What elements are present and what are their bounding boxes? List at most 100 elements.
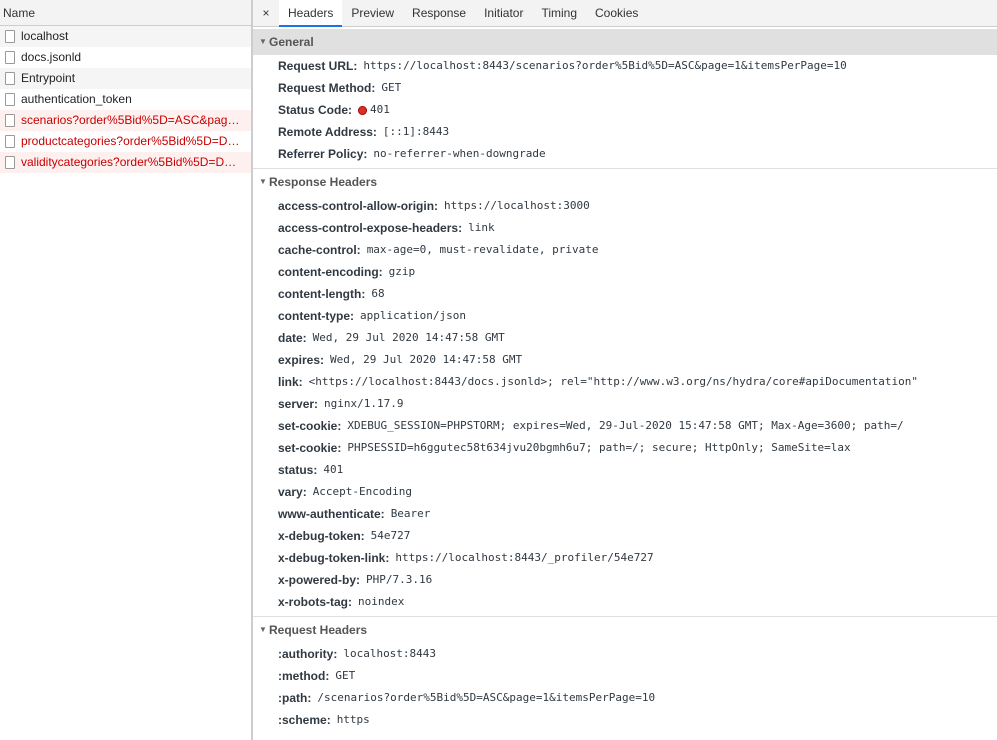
header-value: localhost:8443 xyxy=(343,647,437,660)
header-value: no-referrer-when-downgrade xyxy=(373,147,546,160)
header-value: <https://localhost:8443/docs.jsonld>; re… xyxy=(308,375,918,388)
tab-cookies[interactable]: Cookies xyxy=(586,0,647,26)
header-key: set-cookie: xyxy=(278,419,342,433)
header-key: :authority: xyxy=(278,647,338,661)
header-key: Remote Address: xyxy=(278,125,377,139)
header-value: https://localhost:8443/_profiler/54e727 xyxy=(395,551,654,564)
header-key: access-control-allow-origin: xyxy=(278,199,439,213)
status-error-dot-icon xyxy=(358,105,368,115)
response-header-row: vary: Accept-Encoding xyxy=(253,481,997,503)
header-key: x-robots-tag: xyxy=(278,595,352,609)
header-value: /scenarios?order%5Bid%5D=ASC&page=1&item… xyxy=(317,691,656,704)
header-key: server: xyxy=(278,397,319,411)
header-key: vary: xyxy=(278,485,307,499)
close-icon[interactable]: × xyxy=(253,0,279,26)
request-row[interactable]: authentication_token xyxy=(0,89,251,110)
response-header-row: link: <https://localhost:8443/docs.jsonld… xyxy=(253,371,997,393)
header-value: application/json xyxy=(360,309,466,322)
header-value: 401 xyxy=(370,103,390,116)
header-value: GET xyxy=(381,81,402,94)
header-value: 401 xyxy=(323,463,344,476)
triangle-down-icon: ▼ xyxy=(259,625,267,634)
tab-timing[interactable]: Timing xyxy=(532,0,586,26)
response-header-row: cache-control: max-age=0, must-revalidate… xyxy=(253,239,997,261)
request-list: localhost docs.jsonld Entrypoint authent… xyxy=(0,26,251,173)
general-row-request-url: Request URL: https://localhost:8443/scena… xyxy=(253,55,997,77)
response-header-row: x-debug-token: 54e727 xyxy=(253,525,997,547)
request-header-row: :method: GET xyxy=(253,665,997,687)
header-key: x-powered-by: xyxy=(278,573,361,587)
request-row[interactable]: docs.jsonld xyxy=(0,47,251,68)
header-value: PHPSESSID=h6ggutec58t634jvu20bgmh6u7; pa… xyxy=(347,441,851,454)
header-value: noindex xyxy=(358,595,405,608)
response-header-row: set-cookie: XDEBUG_SESSION=PHPSTORM; expi… xyxy=(253,415,997,437)
response-header-row: content-type: application/json xyxy=(253,305,997,327)
header-value: gzip xyxy=(388,265,416,278)
tab-initiator[interactable]: Initiator xyxy=(475,0,532,26)
response-header-row: content-encoding: gzip xyxy=(253,261,997,283)
response-headers-section: ▼ Response Headers access-control-allow-… xyxy=(253,169,997,617)
file-icon xyxy=(5,114,15,127)
header-key: Status Code: xyxy=(278,103,353,117)
request-headers-section-header[interactable]: ▼ Request Headers xyxy=(253,617,997,643)
request-details-panel: × Headers Preview Response Initiator Tim… xyxy=(253,0,997,740)
tab-response[interactable]: Response xyxy=(403,0,475,26)
header-key: Request Method: xyxy=(278,81,376,95)
general-row-remote-address: Remote Address: [::1]:8443 xyxy=(253,121,997,143)
request-row[interactable]: Entrypoint xyxy=(0,68,251,89)
request-header-row: :scheme: https xyxy=(253,709,997,731)
response-header-row: access-control-allow-origin: https://loca… xyxy=(253,195,997,217)
request-name: docs.jsonld xyxy=(21,50,82,64)
tab-preview[interactable]: Preview xyxy=(342,0,403,26)
response-header-row: date: Wed, 29 Jul 2020 14:47:58 GMT xyxy=(253,327,997,349)
header-key: x-debug-token-link: xyxy=(278,551,390,565)
request-row-selected[interactable]: scenarios?order%5Bid%5D=ASC&page… xyxy=(0,110,251,131)
response-headers-section-header[interactable]: ▼ Response Headers xyxy=(253,169,997,195)
header-value: Wed, 29 Jul 2020 14:47:58 GMT xyxy=(330,353,523,366)
header-key: :path: xyxy=(278,691,312,705)
header-value: Bearer xyxy=(390,507,431,520)
request-header-row: :path: /scenarios?order%5Bid%5D=ASC&page=… xyxy=(253,687,997,709)
general-row-request-method: Request Method: GET xyxy=(253,77,997,99)
response-header-row: www-authenticate: Bearer xyxy=(253,503,997,525)
response-header-row: x-robots-tag: noindex xyxy=(253,591,997,613)
header-value: max-age=0, must-revalidate, private xyxy=(366,243,599,256)
header-value: 54e727 xyxy=(370,529,411,542)
request-row[interactable]: localhost xyxy=(0,26,251,47)
header-key: x-debug-token: xyxy=(278,529,365,543)
header-value: Wed, 29 Jul 2020 14:47:58 GMT xyxy=(312,331,505,344)
header-key: :method: xyxy=(278,669,330,683)
response-header-row: x-debug-token-link: https://localhost:844… xyxy=(253,547,997,569)
response-header-row: content-length: 68 xyxy=(253,283,997,305)
request-headers-section: ▼ Request Headers :authority: localhost:8… xyxy=(253,617,997,731)
header-key: set-cookie: xyxy=(278,441,342,455)
header-key: expires: xyxy=(278,353,325,367)
header-key: cache-control: xyxy=(278,243,361,257)
header-value: https://localhost:8443/scenarios?order%5… xyxy=(363,59,847,72)
request-row[interactable]: productcategories?order%5Bid%5D=D… xyxy=(0,131,251,152)
header-value: nginx/1.17.9 xyxy=(324,397,404,410)
file-icon xyxy=(5,30,15,43)
header-key: Referrer Policy: xyxy=(278,147,368,161)
general-section-header[interactable]: ▼ General xyxy=(253,29,997,55)
header-key: status: xyxy=(278,463,318,477)
request-name: scenarios?order%5Bid%5D=ASC&page… xyxy=(21,113,245,127)
request-row[interactable]: validitycategories?order%5Bid%5D=D… xyxy=(0,152,251,173)
request-name: Entrypoint xyxy=(21,71,76,85)
request-header-row: :authority: localhost:8443 xyxy=(253,643,997,665)
response-header-row: server: nginx/1.17.9 xyxy=(253,393,997,415)
file-icon xyxy=(5,156,15,169)
section-title: General xyxy=(269,35,314,49)
name-column-header[interactable]: Name xyxy=(0,0,251,26)
tab-headers[interactable]: Headers xyxy=(279,0,343,27)
header-key: date: xyxy=(278,331,307,345)
response-header-row: set-cookie: PHPSESSID=h6ggutec58t634jvu20… xyxy=(253,437,997,459)
request-name: validitycategories?order%5Bid%5D=D… xyxy=(21,155,237,169)
section-title: Response Headers xyxy=(269,175,378,189)
general-row-status-code: Status Code: 401 xyxy=(253,99,997,121)
request-list-panel: Name localhost docs.jsonld Entrypoint au… xyxy=(0,0,251,740)
header-value: GET xyxy=(335,669,356,682)
header-key: Request URL: xyxy=(278,59,358,73)
triangle-down-icon: ▼ xyxy=(259,177,267,186)
request-name: localhost xyxy=(21,29,69,43)
